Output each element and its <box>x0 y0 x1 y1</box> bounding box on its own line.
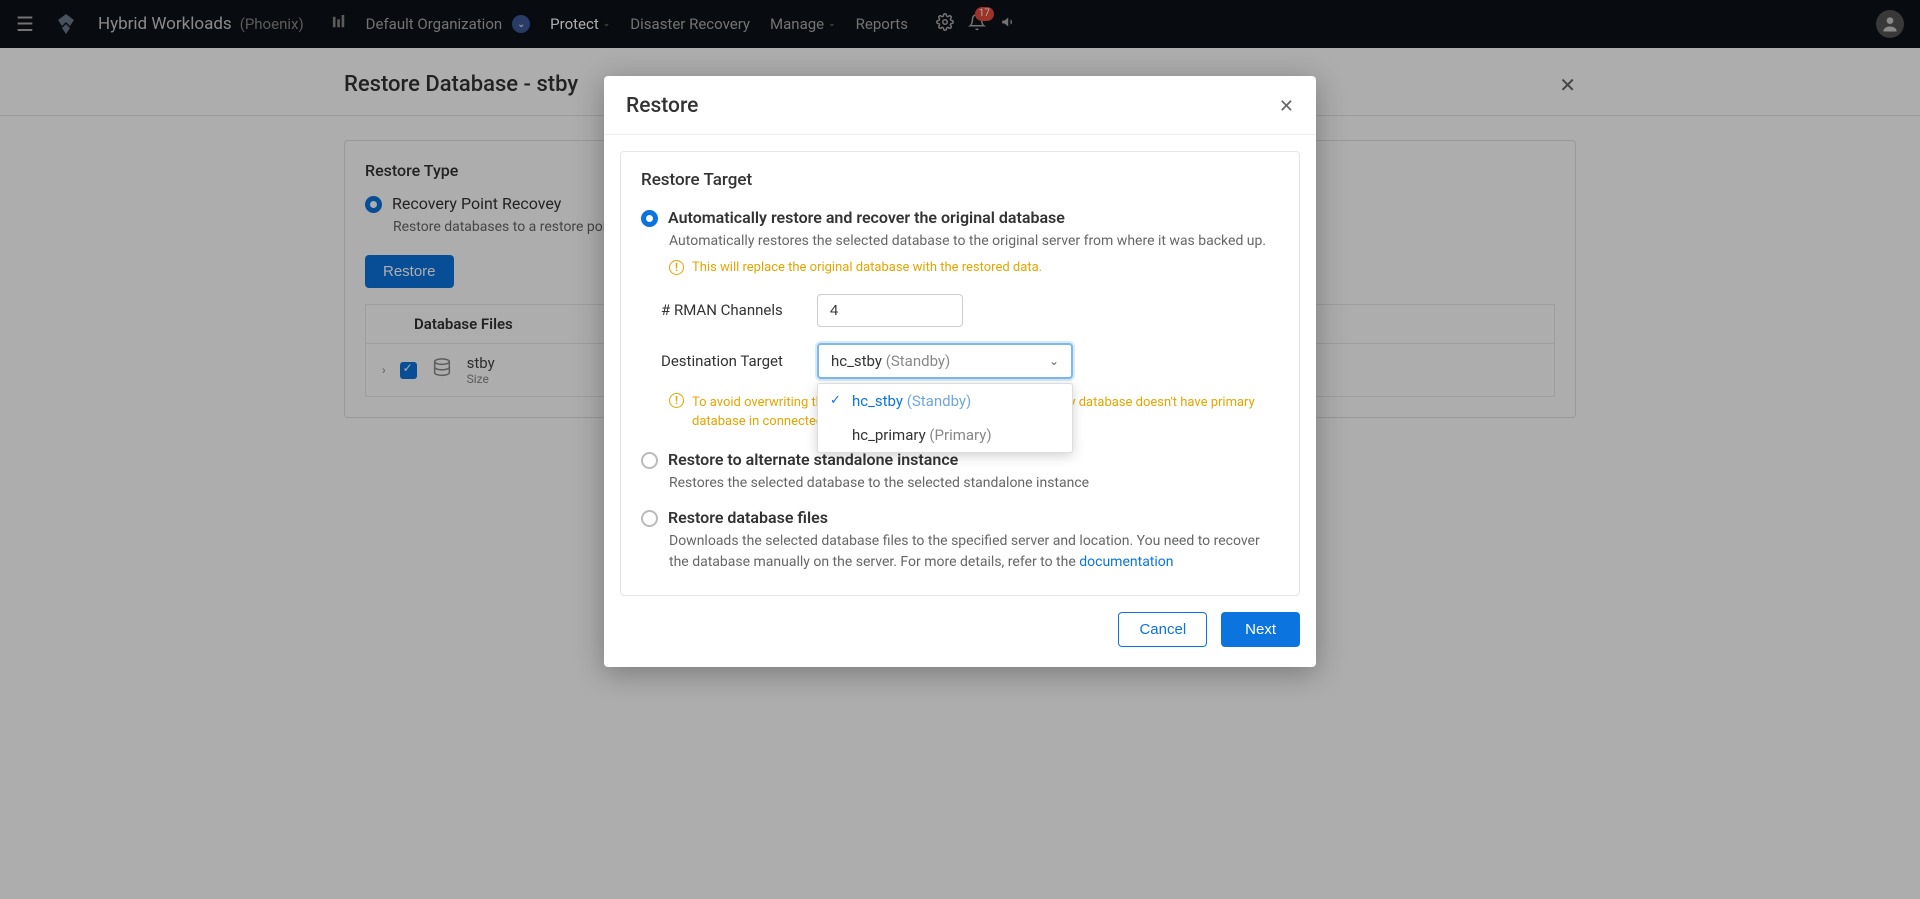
dropdown-option-hc-stby[interactable]: hc_stby (Standby) <box>818 384 1072 418</box>
modal-backdrop-top <box>0 0 1920 48</box>
opt-files-label: Restore database files <box>668 508 828 527</box>
close-icon[interactable]: ✕ <box>1279 96 1294 117</box>
dropdown-option-hc-primary[interactable]: hc_primary (Primary) <box>818 418 1072 452</box>
warning-icon: ! <box>669 393 684 408</box>
cancel-button[interactable]: Cancel <box>1118 612 1207 647</box>
rman-channels-label: # RMAN Channels <box>661 301 791 319</box>
radio-auto-restore[interactable] <box>641 210 658 227</box>
destination-target-label: Destination Target <box>661 352 791 370</box>
warning-icon: ! <box>669 260 684 275</box>
opt-files-desc: Downloads the selected database files to… <box>669 531 1279 573</box>
documentation-link[interactable]: documentation <box>1079 554 1173 570</box>
radio-alternate-instance[interactable] <box>641 452 658 469</box>
opt-auto-restore-desc: Automatically restores the selected data… <box>669 231 1279 252</box>
rman-channels-input[interactable] <box>817 294 963 327</box>
destination-target-select[interactable]: hc_stby (Standby) ⌄ hc_stby (Standby) hc… <box>817 343 1073 379</box>
warn-replace-text: This will replace the original database … <box>692 258 1042 278</box>
opt-auto-restore-label: Automatically restore and recover the or… <box>668 208 1065 227</box>
radio-restore-files[interactable] <box>641 510 658 527</box>
modal-title: Restore <box>626 94 698 118</box>
restore-target-heading: Restore Target <box>641 170 1279 190</box>
destination-dropdown: hc_stby (Standby) hc_primary (Primary) <box>817 383 1073 453</box>
chevron-down-icon: ⌄ <box>1049 354 1059 368</box>
opt-alternate-desc: Restores the selected database to the se… <box>669 473 1279 494</box>
restore-modal: Restore ✕ Restore Target Automatically r… <box>604 76 1316 667</box>
next-button[interactable]: Next <box>1221 612 1300 647</box>
